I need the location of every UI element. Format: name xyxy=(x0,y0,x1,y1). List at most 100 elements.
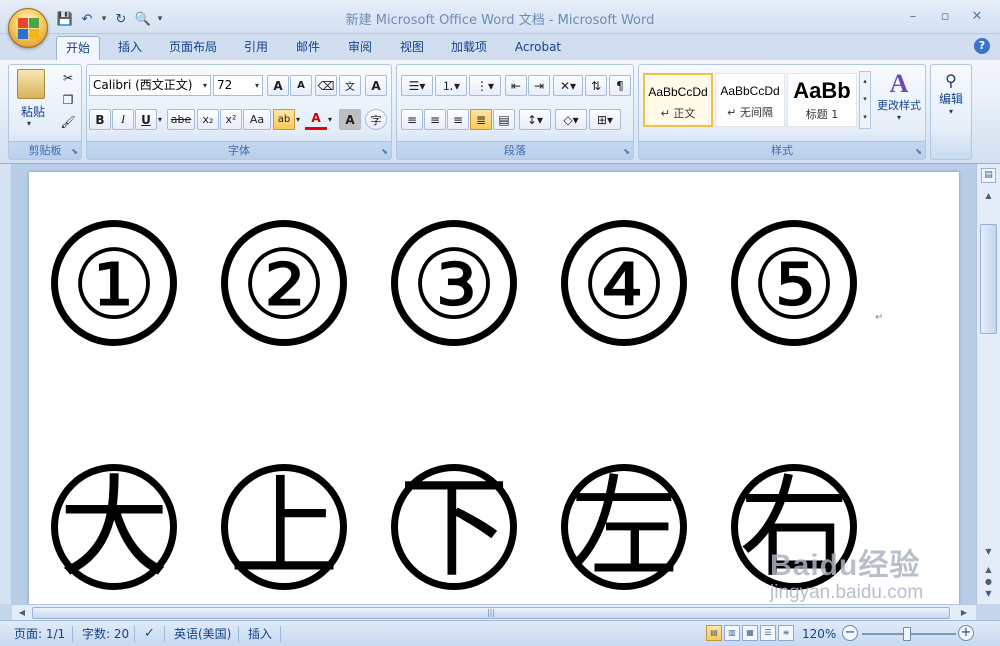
chevron-down-icon: ▾ xyxy=(948,107,953,116)
borders-icon[interactable]: ⊞▾ xyxy=(589,109,621,130)
font-size-select[interactable]: 72 ▾ xyxy=(213,75,263,96)
next-page-icon[interactable]: ▼ xyxy=(980,586,997,602)
char-border-button[interactable]: A xyxy=(365,75,387,96)
subscript-button[interactable]: x₂ xyxy=(197,109,219,130)
superscript-button[interactable]: x² xyxy=(220,109,242,130)
numbering-icon[interactable]: ⒈▾ xyxy=(435,75,467,96)
bullets-icon[interactable]: ☰▾ xyxy=(401,75,433,96)
tab-view[interactable]: 视图 xyxy=(392,36,432,60)
bold-button[interactable]: B xyxy=(89,109,111,130)
sort-icon[interactable]: ⇅ xyxy=(585,75,607,96)
title-bar: 💾 ↶ ▾ ↻ 🔍 ▾ 新建 Microsoft Office Word 文档 … xyxy=(0,0,1000,34)
full-screen-reading-icon[interactable]: ▥ xyxy=(724,625,740,641)
font-name-select[interactable]: Calibri (西文正文) ▾ xyxy=(89,75,211,96)
view-ruler-icon[interactable]: ▤ xyxy=(981,168,996,183)
zoom-in-button[interactable]: + xyxy=(958,625,974,641)
status-divider xyxy=(72,626,73,642)
draft-view-icon[interactable]: ≡ xyxy=(778,625,794,641)
shading-icon[interactable]: ◇▾ xyxy=(555,109,587,130)
editing-button[interactable]: ⚲ 编辑 ▾ xyxy=(931,71,971,116)
scroll-left-icon[interactable]: ◀ xyxy=(14,606,30,620)
web-layout-icon[interactable]: ▦ xyxy=(742,625,758,641)
scroll-right-icon[interactable]: ▶ xyxy=(956,606,972,620)
style-normal[interactable]: AaBbCcDd ↵ 正文 xyxy=(643,73,713,127)
format-painter-icon[interactable]: 🖌 xyxy=(57,111,79,132)
circled-char: ④ xyxy=(580,229,668,341)
align-left-icon[interactable]: ≡ xyxy=(401,109,423,130)
tab-references[interactable]: 引用 xyxy=(236,36,276,60)
highlight-dropdown-icon[interactable]: ▾ xyxy=(293,109,303,130)
font-launcher-icon[interactable]: ⬊ xyxy=(381,147,388,156)
cut-icon[interactable]: ✂ xyxy=(57,67,79,88)
font-name-value: Calibri (西文正文) xyxy=(93,78,193,92)
tab-review[interactable]: 审阅 xyxy=(340,36,380,60)
tab-acrobat[interactable]: Acrobat xyxy=(508,36,568,60)
styles-launcher-icon[interactable]: ⬊ xyxy=(915,147,922,156)
office-button[interactable] xyxy=(8,8,48,48)
outline-view-icon[interactable]: ☰ xyxy=(760,625,776,641)
shrink-font-button[interactable]: A xyxy=(290,75,312,96)
chevron-down-icon: ▾ xyxy=(202,81,207,90)
tab-addins[interactable]: 加载项 xyxy=(444,36,494,60)
justify-icon[interactable]: ≣ xyxy=(470,109,492,130)
multilevel-list-icon[interactable]: ⋮▾ xyxy=(469,75,501,96)
minimize-button[interactable]: – xyxy=(898,6,928,26)
page-count[interactable]: 页面: 1/1 xyxy=(14,625,65,643)
word-count[interactable]: 字数: 20 xyxy=(82,625,129,643)
show-marks-icon[interactable]: ¶ xyxy=(609,75,631,96)
align-center-icon[interactable]: ≡ xyxy=(424,109,446,130)
scroll-up-icon[interactable]: ▲ xyxy=(980,188,997,204)
distributed-icon[interactable]: ▤ xyxy=(493,109,515,130)
clipboard-launcher-icon[interactable]: ⬊ xyxy=(71,147,78,156)
align-right-icon[interactable]: ≡ xyxy=(447,109,469,130)
enclose-characters-button[interactable]: 字 xyxy=(365,109,387,130)
clear-format-icon[interactable]: ⌫ xyxy=(315,75,337,96)
horizontal-scroll-thumb[interactable]: ||| xyxy=(32,607,950,619)
language[interactable]: 英语(美国) xyxy=(174,625,231,643)
insert-mode[interactable]: 插入 xyxy=(248,625,272,643)
enclosed-char-da: 大 xyxy=(51,464,177,590)
underline-dropdown-icon[interactable]: ▾ xyxy=(155,109,165,130)
tab-insert[interactable]: 插入 xyxy=(110,36,150,60)
font-color-dropdown-icon[interactable]: ▾ xyxy=(325,109,335,130)
increase-indent-icon[interactable]: ⇥ xyxy=(528,75,550,96)
paste-icon[interactable] xyxy=(17,69,45,99)
italic-button[interactable]: I xyxy=(112,109,134,130)
paste-button[interactable]: 粘贴 xyxy=(13,103,53,120)
change-case-button[interactable]: Aa xyxy=(243,109,271,130)
decrease-indent-icon[interactable]: ⇤ xyxy=(505,75,527,96)
zoom-slider-knob[interactable] xyxy=(903,627,911,641)
font-color-icon[interactable]: A xyxy=(305,109,327,130)
tab-page-layout[interactable]: 页面布局 xyxy=(163,36,223,60)
vertical-scroll-thumb[interactable] xyxy=(980,224,997,334)
chinese-layout-icon[interactable]: ✕▾ xyxy=(553,75,583,96)
grow-font-button[interactable]: A xyxy=(267,75,289,96)
paragraph-launcher-icon[interactable]: ⬊ xyxy=(623,147,630,156)
style-heading-1[interactable]: AaBb 标题 1 xyxy=(787,73,857,127)
vertical-scrollbar[interactable]: ▤ ▲ ▼ ▲ ● ▼ xyxy=(976,164,1000,604)
circled-number-3: ③ xyxy=(391,220,517,346)
print-layout-icon[interactable]: ▤ xyxy=(706,625,722,641)
horizontal-scrollbar[interactable]: ◀ ||| ▶ xyxy=(12,604,976,620)
style-no-spacing[interactable]: AaBbCcDd ↵ 无间隔 xyxy=(715,73,785,127)
paste-dropdown-icon[interactable]: ▾ xyxy=(27,119,31,128)
change-styles-button[interactable]: A 更改样式 ▾ xyxy=(875,69,923,122)
close-button[interactable]: ✕ xyxy=(962,6,992,26)
maximize-button[interactable]: ▫ xyxy=(930,6,960,26)
strikethrough-button[interactable]: abe xyxy=(167,109,195,130)
window-title: 新建 Microsoft Office Word 文档 - Microsoft … xyxy=(345,13,655,28)
highlight-icon[interactable]: ab xyxy=(273,109,295,130)
underline-button[interactable]: U xyxy=(135,109,157,130)
char-shading-button[interactable]: A xyxy=(339,109,361,130)
zoom-out-button[interactable]: − xyxy=(842,625,858,641)
tab-mailings[interactable]: 邮件 xyxy=(288,36,328,60)
zoom-level[interactable]: 120% xyxy=(802,625,836,643)
tab-home[interactable]: 开始 xyxy=(56,36,100,60)
phonetic-guide-icon[interactable]: 文 xyxy=(339,75,361,96)
copy-icon[interactable]: ❐ xyxy=(57,89,79,110)
styles-scroll[interactable]: ▴ ▾ ▾ xyxy=(859,71,871,129)
proofing-icon[interactable]: ✓ xyxy=(144,625,155,643)
scroll-down-icon[interactable]: ▼ xyxy=(980,544,997,560)
help-icon[interactable]: ? xyxy=(974,38,990,54)
line-spacing-icon[interactable]: ↕▾ xyxy=(519,109,551,130)
